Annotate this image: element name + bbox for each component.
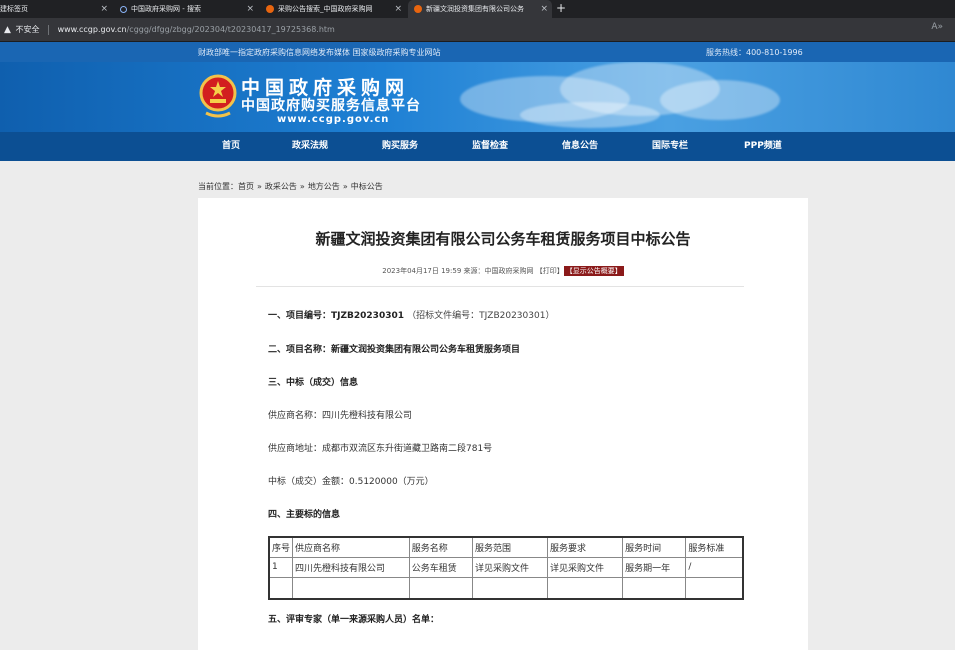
breadcrumb-label: 当前位置： xyxy=(198,182,238,191)
tab-title: 新疆文润投资集团有限公司公务 xyxy=(426,5,524,13)
site-banner: 中国政府采购网 中国政府购买服务信息平台 www.ccgp.gov.cn xyxy=(0,62,955,132)
project-number-line: 一、项目编号：TJZB20230301 （招标文件编号：TJZB20230301… xyxy=(268,308,554,321)
table-cell: 服务期一年 xyxy=(622,556,687,578)
address-bar[interactable]: ▲ 不安全 www.ccgp.gov.cn/cggg/dfgg/zbgg/202… xyxy=(0,18,955,42)
divider xyxy=(256,286,744,287)
table-cell: 四川先橙科技有限公司 xyxy=(292,556,410,578)
breadcrumb-item-home[interactable]: 首页 xyxy=(238,182,254,191)
nav-item-international[interactable]: 国际专栏 xyxy=(652,132,688,161)
warning-icon[interactable]: ▲ xyxy=(4,21,11,39)
project-name-label: 二、项目名称： xyxy=(268,345,332,355)
close-icon[interactable]: × xyxy=(100,0,108,18)
nav-item-home[interactable]: 首页 xyxy=(222,132,240,161)
nav-item-announcements[interactable]: 信息公告 xyxy=(562,132,598,161)
table-header-cell: 服务时间 xyxy=(622,536,687,558)
show-summary-button[interactable]: 【显示公告概要】 xyxy=(563,266,624,276)
nav-item-purchase-services[interactable]: 购买服务 xyxy=(382,132,418,161)
browser-tab-2[interactable]: 中国政府采购网 - 搜索 × xyxy=(114,0,258,18)
tab-title: 建标签页 xyxy=(0,5,28,13)
section-award-info: 三、中标（成交）信息 xyxy=(268,378,359,388)
read-aloud-icon[interactable]: A» xyxy=(931,22,943,32)
nav-item-supervision[interactable]: 监督检查 xyxy=(472,132,508,161)
table-row-empty xyxy=(268,576,744,600)
article-meta: 2023年04月17日 19:59 来源：中国政府采购网 【打印】 【显示公告概要… xyxy=(198,266,808,276)
close-icon[interactable]: × xyxy=(246,0,254,18)
nav-item-regulations[interactable]: 政采法规 xyxy=(292,132,328,161)
section-reviewers: 五、评审专家（单一来源采购人员）名单： xyxy=(268,615,440,625)
award-items-table: 序号 供应商名称 服务名称 服务范围 服务要求 服务时间 服务标准 1 四川先橙… xyxy=(268,536,744,600)
browser-tab-strip: 建标签页 × 中国政府采购网 - 搜索 × 采购公告搜索_中国政府采购网 × 新… xyxy=(0,0,955,18)
site-favicon-icon xyxy=(266,5,274,13)
table-header-cell: 服务范围 xyxy=(471,536,549,558)
table-header-row: 序号 供应商名称 服务名称 服务范围 服务要求 服务时间 服务标准 xyxy=(268,536,744,558)
table-cell: / xyxy=(685,556,744,578)
table-header-cell: 服务名称 xyxy=(408,536,473,558)
table-cell: 详见采购文件 xyxy=(471,556,549,578)
table-row: 1 四川先橙科技有限公司 公务车租赁 详见采购文件 详见采购文件 服务期一年 / xyxy=(268,556,744,578)
service-hotline: 服务热线：400-810-1996 xyxy=(706,48,803,57)
breadcrumb-item-notices[interactable]: 政采公告 xyxy=(265,182,297,191)
project-number: TJZB20230301 xyxy=(331,311,404,321)
main-nav: 首页 政采法规 购买服务 监督检查 信息公告 国际专栏 PPP频道 xyxy=(0,132,955,161)
page-title: 新疆文润投资集团有限公司公务车租赁服务项目中标公告 xyxy=(315,230,691,248)
award-amount: 中标（成交）金额：0.5120000（万元） xyxy=(268,477,434,487)
close-icon[interactable]: × xyxy=(394,0,402,18)
table-cell: 公务车租赁 xyxy=(408,556,473,578)
project-number-label: 一、项目编号： xyxy=(268,311,332,321)
top-info-strip: 财政部唯一指定政府采购信息网络发布媒体 国家级政府采购专业网站 服务热线：400… xyxy=(0,42,955,62)
tab-title: 中国政府采购网 - 搜索 xyxy=(131,5,201,13)
security-label[interactable]: 不安全 xyxy=(15,25,39,34)
table-cell: 1 xyxy=(268,556,294,578)
browser-tab-4[interactable]: 新疆文润投资集团有限公司公务 × xyxy=(408,0,552,18)
table-header-cell: 序号 xyxy=(268,536,294,558)
table-header-cell: 供应商名称 xyxy=(292,536,410,558)
close-icon[interactable]: × xyxy=(540,0,548,18)
site-logo-url: www.ccgp.gov.cn xyxy=(277,114,390,125)
project-number-note: （招标文件编号：TJZB20230301） xyxy=(407,311,555,321)
url-text[interactable]: www.ccgp.gov.cn/cggg/dfgg/zbgg/202304/t2… xyxy=(58,25,335,34)
project-name-line: 二、项目名称：新疆文润投资集团有限公司公务车租赁服务项目 xyxy=(268,342,520,355)
nav-item-ppp[interactable]: PPP频道 xyxy=(744,132,782,161)
site-tagline: 财政部唯一指定政府采购信息网络发布媒体 国家级政府采购专业网站 xyxy=(198,48,441,57)
site-favicon-icon xyxy=(414,5,422,13)
breadcrumb: 当前位置：首页» 政采公告» 地方公告» 中标公告 xyxy=(198,182,383,191)
browser-tab-1[interactable]: 建标签页 × xyxy=(0,0,112,18)
site-logo-subtitle: 中国政府购买服务信息平台 xyxy=(241,98,421,114)
article-meta-text: 2023年04月17日 19:59 来源：中国政府采购网 【打印】 xyxy=(382,267,564,275)
tab-title: 采购公告搜索_中国政府采购网 xyxy=(278,5,373,13)
new-tab-icon[interactable]: + xyxy=(556,0,566,18)
section-main-items: 四、主要标的信息 xyxy=(268,510,341,520)
article-panel: 新疆文润投资集团有限公司公务车租赁服务项目中标公告 2023年04月17日 19… xyxy=(198,198,808,650)
supplier-name: 供应商名称：四川先橙科技有限公司 xyxy=(268,411,413,421)
project-name: 新疆文润投资集团有限公司公务车租赁服务项目 xyxy=(331,345,521,355)
table-header-cell: 服务标准 xyxy=(685,536,744,558)
table-header-cell: 服务要求 xyxy=(547,536,624,558)
breadcrumb-item-local[interactable]: 地方公告 xyxy=(308,182,340,191)
supplier-address: 供应商地址：成都市双流区东升街道藏卫路南二段781号 xyxy=(268,444,493,454)
search-icon xyxy=(120,5,127,13)
breadcrumb-item-award[interactable]: 中标公告 xyxy=(351,182,383,191)
national-emblem-icon xyxy=(199,74,237,118)
browser-tab-3[interactable]: 采购公告搜索_中国政府采购网 × xyxy=(260,0,406,18)
table-cell: 详见采购文件 xyxy=(547,556,624,578)
